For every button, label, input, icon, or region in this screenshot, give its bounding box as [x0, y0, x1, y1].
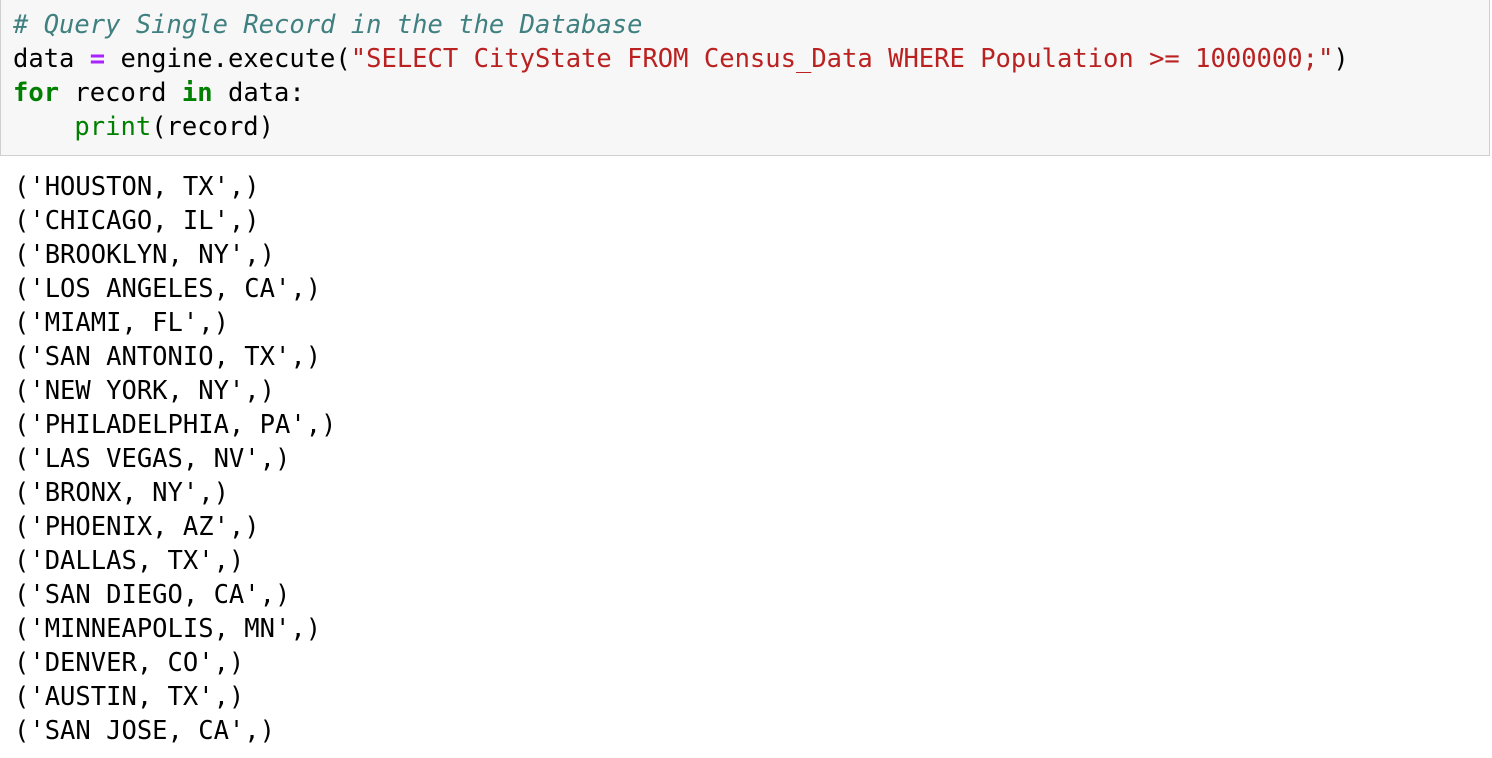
code-variable: data — [13, 44, 90, 74]
code-builtin-print: print — [74, 112, 152, 142]
output-line: ('PHOENIX, AZ',) — [14, 512, 260, 542]
code-loop-iterable: data: — [212, 78, 305, 108]
output-line: ('BROOKLYN, NY',) — [14, 240, 275, 270]
code-line-execute: data = engine.execute("SELECT CityState … — [13, 42, 1349, 76]
output-line: ('LOS ANGELES, CA',) — [14, 274, 322, 304]
output-line: ('DENVER, CO',) — [14, 648, 245, 678]
code-operator: = — [89, 44, 106, 74]
output-line: ('HOUSTON, TX',) — [14, 172, 260, 202]
output-line: ('CHICAGO, IL',) — [14, 206, 260, 236]
code-line-print: print(record) — [13, 110, 274, 144]
output-line: ('SAN DIEGO, CA',) — [14, 580, 291, 610]
code-print-args: (record) — [151, 112, 275, 142]
code-keyword-in: in — [181, 78, 213, 108]
code-cell-input[interactable]: # Query Single Record in the the Databas… — [0, 0, 1490, 156]
code-comment: # Query Single Record in the the Databas… — [13, 10, 643, 40]
output-line: ('DALLAS, TX',) — [14, 546, 245, 576]
code-sql-string: "SELECT CityState FROM Census_Data WHERE… — [350, 44, 1334, 74]
code-line-comment: # Query Single Record in the the Databas… — [13, 8, 642, 42]
code-close-paren: ) — [1333, 44, 1349, 74]
output-line: ('AUSTIN, TX',) — [14, 682, 245, 712]
output-line: ('SAN JOSE, CA',) — [14, 716, 275, 746]
output-line: ('LAS VEGAS, NV',) — [14, 444, 291, 474]
cell-output: ('HOUSTON, TX',) ('CHICAGO, IL',) ('BROO… — [14, 170, 336, 748]
code-call: engine.execute( — [105, 44, 351, 74]
output-line: ('MIAMI, FL',) — [14, 308, 229, 338]
output-line: ('PHILADELPHIA, PA',) — [14, 410, 337, 440]
code-loop-var: record — [59, 78, 182, 108]
output-line: ('MINNEAPOLIS, MN',) — [14, 614, 322, 644]
code-line-for-loop: for record in data: — [13, 76, 305, 110]
code-keyword-for: for — [13, 78, 60, 108]
output-line: ('BRONX, NY',) — [14, 478, 229, 508]
output-line: ('NEW YORK, NY',) — [14, 376, 275, 406]
output-line: ('SAN ANTONIO, TX',) — [14, 342, 322, 372]
